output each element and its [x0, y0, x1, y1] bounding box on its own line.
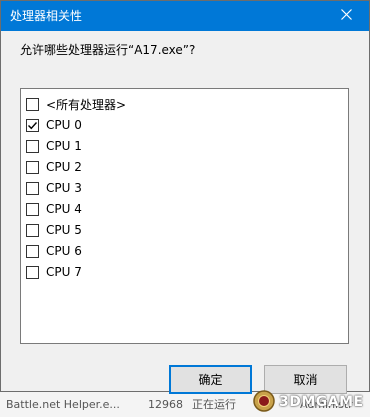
list-item-label: CPU 7	[46, 265, 82, 279]
dialog-title: 处理器相关性	[10, 9, 83, 23]
list-item-all-processors[interactable]: <所有处理器>	[26, 95, 126, 113]
checkbox[interactable]	[26, 244, 39, 258]
list-item-label: CPU 1	[46, 139, 82, 153]
checkmark-icon	[28, 121, 38, 129]
close-button[interactable]	[323, 1, 369, 31]
checkbox[interactable]	[26, 181, 39, 195]
list-item-cpu-1[interactable]: CPU 1	[26, 137, 82, 155]
background-process-name: Battle.net Helper.e...	[6, 398, 120, 411]
checkbox[interactable]	[26, 118, 39, 132]
list-item-cpu-3[interactable]: CPU 3	[26, 179, 82, 197]
ok-button[interactable]: 确定	[169, 365, 252, 394]
prompt-text: 允许哪些处理器运行“A17.exe”?	[20, 43, 196, 57]
list-item-cpu-0[interactable]: CPU 0	[26, 116, 82, 134]
list-item-label: CPU 5	[46, 223, 82, 237]
checkbox[interactable]	[26, 160, 39, 174]
checkbox[interactable]	[26, 202, 39, 216]
list-item-label: CPU 2	[46, 160, 82, 174]
list-item-cpu-2[interactable]: CPU 2	[26, 158, 82, 176]
list-item-label: <所有处理器>	[46, 97, 127, 112]
processor-list[interactable]: <所有处理器> CPU 0 CPU 1 CPU 2 CPU 3 CPU 4 CP…	[20, 88, 349, 344]
background-process-status: 正在运行	[192, 398, 236, 411]
checkbox[interactable]	[26, 223, 39, 237]
list-item-cpu-4[interactable]: CPU 4	[26, 200, 82, 218]
list-item-cpu-5[interactable]: CPU 5	[26, 221, 82, 239]
checkbox[interactable]	[26, 97, 39, 111]
list-item-label: CPU 6	[46, 244, 82, 258]
watermark: 3DMGAME	[252, 387, 364, 417]
3dm-logo-icon	[252, 389, 276, 416]
list-item-cpu-6[interactable]: CPU 6	[26, 242, 82, 260]
list-item-cpu-7[interactable]: CPU 7	[26, 263, 82, 281]
watermark-text: 3DMGAME	[279, 394, 364, 410]
background-process-pid: 12968	[148, 398, 183, 411]
list-item-label: CPU 3	[46, 181, 82, 195]
processor-affinity-dialog: 处理器相关性 允许哪些处理器运行“A17.exe”? <所有处理器> CPU 0…	[0, 0, 370, 394]
checkbox[interactable]	[26, 139, 39, 153]
list-item-label: CPU 4	[46, 202, 82, 216]
close-icon	[340, 9, 352, 23]
title-bar[interactable]: 处理器相关性	[1, 1, 369, 31]
checkbox[interactable]	[26, 265, 39, 279]
list-item-label: CPU 0	[46, 118, 82, 132]
